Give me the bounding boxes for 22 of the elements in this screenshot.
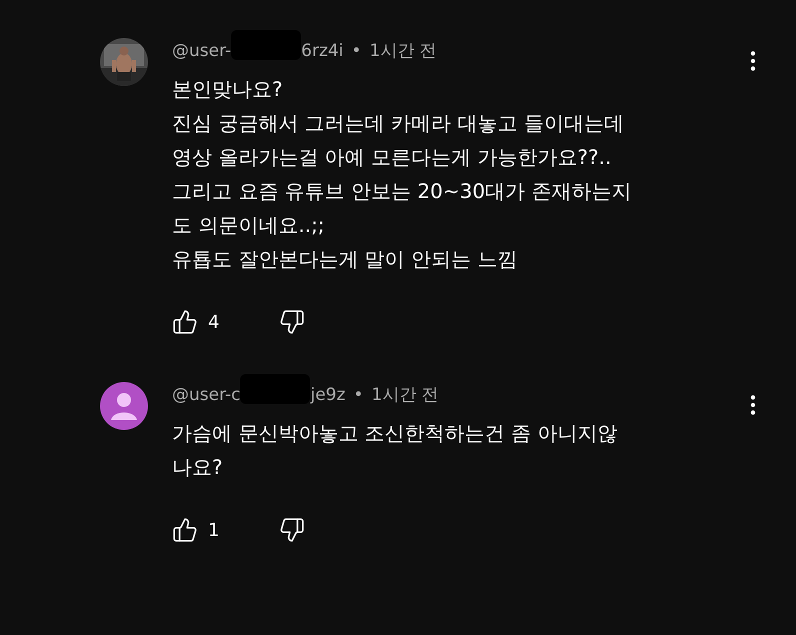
comment-text: 도 의문이네요..;;: [172, 212, 326, 239]
comment-text: 가슴에 문신박아놓고 조신한척하는건 좀 아니지않: [172, 420, 618, 447]
comment-text: 본인맞나요?: [172, 76, 284, 103]
comment-text: 그리고 요즘 유튜브 안보는 20~30대가 존재하는지: [172, 178, 632, 205]
dislike-icon[interactable]: [279, 517, 306, 543]
like-icon[interactable]: [172, 309, 198, 335]
username[interactable]: @user-c: [172, 383, 240, 409]
timestamp: 1시간 전: [369, 40, 437, 64]
username[interactable]: @user-: [172, 39, 232, 65]
dislike-icon[interactable]: [279, 309, 306, 335]
like-count: 1: [208, 518, 220, 542]
like-icon[interactable]: [172, 517, 198, 543]
username[interactable]: je9z: [310, 383, 346, 409]
comment-text: 나요?: [172, 454, 224, 481]
separator-dot: •: [353, 384, 364, 408]
comment-text: 진심 궁금해서 그러는데 카메라 대놓고 들이대는데: [172, 110, 625, 137]
like-count: 4: [208, 310, 220, 334]
comment-text: 영상 올라가는걸 아예 모른다는게 가능한가요??..: [172, 144, 612, 171]
comment-text: 유툡도 잘안본다는게 말이 안되는 느낌: [172, 246, 518, 273]
timestamp: 1시간 전: [371, 384, 439, 408]
username[interactable]: 6rz4i: [301, 39, 344, 65]
separator-dot: •: [351, 40, 362, 64]
